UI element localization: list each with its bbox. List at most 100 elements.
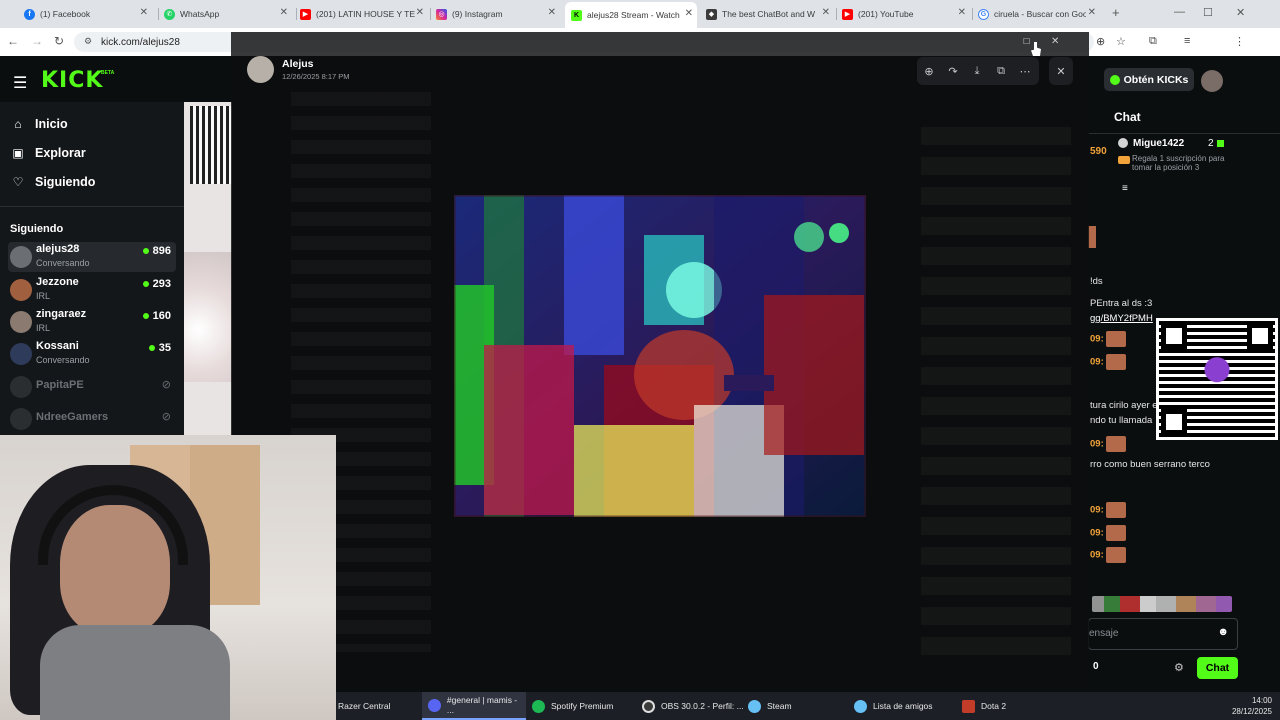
chat-message: 09: bbox=[1090, 547, 1127, 563]
mouse-cursor-icon bbox=[1031, 42, 1041, 56]
expand-icon[interactable]: ≡ bbox=[1122, 183, 1128, 194]
download-icon[interactable]: ⤓ bbox=[965, 65, 989, 78]
forward-share-icon[interactable]: ↷ bbox=[941, 65, 965, 78]
followed-channel-alejus28[interactable]: alejus28 Conversando 896 bbox=[8, 242, 176, 272]
maximize-icon[interactable]: ☐ bbox=[1023, 37, 1030, 46]
browser-tab-facebook[interactable]: f (1) Facebook ✕ bbox=[24, 4, 152, 24]
get-kicks-button[interactable]: Obtén KICKs bbox=[1104, 68, 1194, 91]
followed-channel-ndreegamers[interactable]: NdreeGamers ⊘ bbox=[8, 404, 176, 434]
forward-icon[interactable]: → bbox=[31, 34, 43, 48]
pinned-gift-user[interactable]: Migue1422 bbox=[1133, 138, 1184, 149]
taskbar-item-label: Dota 2 bbox=[981, 701, 1007, 711]
new-tab-button[interactable]: + bbox=[1112, 5, 1120, 20]
close-tab-icon[interactable]: ✕ bbox=[1088, 7, 1096, 18]
zoom-in-icon[interactable]: ⊕ bbox=[917, 65, 941, 78]
close-window-icon[interactable]: ✕ bbox=[1236, 6, 1245, 19]
browser-tab-youtube-latin-house[interactable]: ▶ (201) LATIN HOUSE Y TE ✕ bbox=[300, 4, 428, 24]
followed-channel-papitape[interactable]: PapitaPE ⊘ bbox=[8, 372, 176, 402]
taskbar-obs[interactable]: OBS 30.0.2 - Perfil: ... bbox=[642, 692, 746, 720]
browser-tab-google[interactable]: G ciruela - Buscar con Goo ✕ bbox=[978, 4, 1100, 24]
chat-send-button[interactable]: Chat bbox=[1197, 657, 1238, 679]
bookmark-star-icon[interactable]: ☆ bbox=[1116, 35, 1126, 48]
sidebar-item-inicio[interactable]: ⌂ Inicio bbox=[10, 117, 67, 131]
tab-title: (201) YouTube bbox=[858, 9, 914, 19]
chat-emote bbox=[1106, 331, 1127, 347]
extensions-icon[interactable]: ⧉ bbox=[1149, 35, 1157, 48]
user-avatar[interactable] bbox=[1201, 70, 1223, 92]
emote-quick-bar[interactable] bbox=[1092, 596, 1232, 612]
chatbot-icon: ◆ bbox=[706, 8, 717, 20]
close-viewer-button[interactable]: ✕ bbox=[1049, 57, 1073, 85]
whatsapp-icon: ✆ bbox=[164, 8, 175, 20]
chat-settings-icon[interactable]: ⚙ bbox=[1174, 661, 1184, 674]
browser-tab-chatbot[interactable]: ◆ The best ChatBot and W ✕ bbox=[706, 4, 834, 24]
reload-icon[interactable]: ↻ bbox=[54, 34, 64, 48]
chat-emote bbox=[1088, 226, 1096, 248]
browser-tab-instagram[interactable]: ◎ (9) Instagram ✕ bbox=[436, 4, 560, 24]
taskbar-razer-central[interactable]: Razer Central bbox=[338, 692, 422, 720]
taskbar-friends-list[interactable]: Lista de amigos bbox=[854, 692, 954, 720]
close-tab-icon[interactable]: ✕ bbox=[280, 7, 288, 18]
chat-link[interactable]: gg/BMY2fPMH bbox=[1090, 313, 1153, 324]
kicks-balance: 0 bbox=[1093, 661, 1099, 672]
chat-message: 09: bbox=[1090, 436, 1127, 452]
followed-channel-kossani[interactable]: Kossani Conversando 35 bbox=[8, 339, 176, 369]
close-tab-icon[interactable]: ✕ bbox=[548, 7, 556, 18]
followed-channel-zingaraez[interactable]: zingaraez IRL 160 bbox=[8, 307, 176, 337]
chat-title: Chat bbox=[1114, 110, 1141, 124]
taskbar-spotify[interactable]: Spotify Premium bbox=[532, 692, 636, 720]
browser-tab-youtube[interactable]: ▶ (201) YouTube ✕ bbox=[842, 4, 970, 24]
more-options-icon[interactable]: ⋯ bbox=[1013, 65, 1037, 78]
channel-name: Kossani bbox=[36, 340, 79, 352]
chat-message: 09: bbox=[1090, 525, 1127, 541]
windows-taskbar: Razer Central #general | mamis - ... Spo… bbox=[336, 692, 1280, 720]
browser-tab-strip: f (1) Facebook ✕ ✆ WhatsApp ✕ ▶ (201) LA… bbox=[0, 0, 1280, 28]
taskbar-steam[interactable]: Steam bbox=[748, 692, 838, 720]
close-tab-icon[interactable]: ✕ bbox=[140, 7, 148, 18]
zoom-icon[interactable]: ⊕ bbox=[1096, 35, 1105, 48]
browser-tab-whatsapp[interactable]: ✆ WhatsApp ✕ bbox=[164, 4, 292, 24]
sidebar-item-siguiendo[interactable]: ♡ Siguiendo bbox=[10, 175, 96, 189]
followed-channel-jezzone[interactable]: Jezzone IRL 293 bbox=[8, 275, 176, 305]
minimize-icon[interactable]: — bbox=[1174, 6, 1185, 18]
open-external-icon[interactable]: ⧉ bbox=[989, 65, 1013, 78]
browser-tab-kick-active[interactable]: K alejus28 Stream - Watch ✕ bbox=[565, 2, 697, 28]
channel-category: Conversando bbox=[36, 258, 90, 268]
chat-message-input[interactable]: ensaje ☻ bbox=[1088, 618, 1238, 650]
viewed-image[interactable] bbox=[454, 195, 866, 517]
system-clock[interactable]: 14:00 28/12/2025 bbox=[1232, 695, 1272, 717]
spotify-icon bbox=[532, 699, 545, 713]
user-badge-icon bbox=[1118, 138, 1128, 148]
close-tab-icon[interactable]: ✕ bbox=[822, 7, 830, 18]
taskbar-dota2[interactable]: Dota 2 bbox=[962, 692, 1042, 720]
channel-name: Jezzone bbox=[36, 276, 79, 288]
sidebar-item-label: Explorar bbox=[35, 146, 86, 160]
hamburger-menu-icon[interactable]: ☰ bbox=[13, 73, 27, 93]
back-icon[interactable]: ← bbox=[7, 34, 19, 48]
chat-emote bbox=[1106, 502, 1127, 518]
browser-menu-icon[interactable]: ⋮ bbox=[1234, 35, 1245, 48]
channel-category: Conversando bbox=[36, 355, 90, 365]
reading-list-icon[interactable]: ≡ bbox=[1184, 35, 1190, 47]
kick-logo[interactable]: KICK bbox=[41, 68, 103, 93]
chat-message: ndo tu llamada bbox=[1090, 415, 1153, 426]
club-photo bbox=[454, 195, 866, 517]
viewer-count: 35 bbox=[148, 342, 171, 354]
close-tab-icon[interactable]: ✕ bbox=[416, 7, 424, 18]
emoji-picker-icon[interactable]: ☻ bbox=[1217, 626, 1229, 638]
taskbar-item-label: #general | mamis - ... bbox=[446, 695, 518, 715]
taskbar-discord[interactable]: #general | mamis - ... bbox=[422, 692, 526, 720]
taskbar-item-label: Razer Central bbox=[338, 701, 391, 711]
offline-icon: ⊘ bbox=[161, 411, 171, 423]
site-info-icon[interactable]: ⚙ bbox=[84, 36, 92, 47]
sidebar-item-explorar[interactable]: ▣ Explorar bbox=[10, 146, 86, 160]
avatar bbox=[10, 311, 32, 333]
close-window-icon[interactable]: ✕ bbox=[1051, 36, 1059, 47]
close-tab-icon[interactable]: ✕ bbox=[685, 8, 693, 19]
stream-video[interactable] bbox=[184, 102, 232, 436]
channel-category: IRL bbox=[36, 291, 51, 301]
channel-category: IRL bbox=[36, 323, 51, 333]
close-tab-icon[interactable]: ✕ bbox=[958, 7, 966, 18]
maximize-icon[interactable]: ☐ bbox=[1203, 6, 1213, 19]
chat-message: !ds bbox=[1090, 276, 1103, 287]
